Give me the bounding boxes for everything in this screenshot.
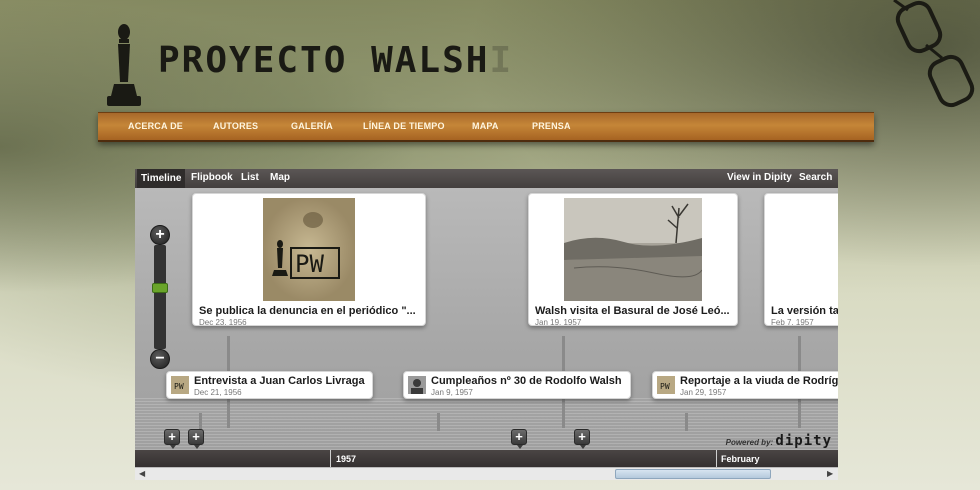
zoom-out-button[interactable]: − <box>150 349 170 369</box>
horizontal-scrollbar[interactable]: ◀ ▶ <box>135 467 838 480</box>
timeline-stage[interactable]: + − PW Se publica la denuncia en el peri… <box>135 188 838 450</box>
event-title: Se publica la denuncia en el periódico "… <box>199 305 416 317</box>
event-date: Jan 9, 1957 <box>431 388 473 397</box>
svg-text:PW: PW <box>174 382 184 391</box>
event-title: Walsh visita el Basural de José Leó... <box>535 305 730 317</box>
event-card[interactable]: Walsh visita el Basural de José Leó... J… <box>528 193 738 326</box>
scrollbar-thumb[interactable] <box>615 469 771 479</box>
eyeglasses-icon <box>893 0 975 108</box>
event-date: Dec 23, 1956 <box>199 318 247 326</box>
portrait-thumbnail <box>408 376 426 394</box>
scroll-left-arrow-icon[interactable]: ◀ <box>139 469 145 478</box>
event-date: Jan 19, 1957 <box>535 318 582 326</box>
tab-list[interactable]: List <box>241 172 259 183</box>
add-event-button[interactable]: + <box>164 429 180 449</box>
event-title: Entrevista a Juan Carlos Livraga <box>194 375 365 387</box>
nav-linea-de-tiempo[interactable]: LÍNEA DE TIEMPO <box>363 121 445 131</box>
event-title: Cumpleaños nº 30 de Rodolfo Walsh <box>431 375 622 387</box>
scale-label-month: February <box>721 454 760 464</box>
tab-timeline[interactable]: Timeline <box>137 169 186 188</box>
event-card[interactable]: La versión ta Feb 7, 1957 <box>764 193 838 326</box>
pw-logo-thumbnail: PW <box>171 376 189 394</box>
zoom-slider-track[interactable] <box>154 245 166 349</box>
view-in-dipity-link[interactable]: View in Dipity <box>727 172 792 183</box>
powered-by-dipity[interactable]: Powered by: dipity <box>726 433 832 449</box>
zoom-in-button[interactable]: + <box>150 225 170 245</box>
event-pill[interactable]: Cumpleaños nº 30 de Rodolfo Walsh Jan 9,… <box>403 371 631 399</box>
pw-logo-image: PW <box>263 198 355 301</box>
pw-logo-thumbnail: PW <box>657 376 675 394</box>
search-link[interactable]: Search <box>799 172 832 183</box>
tab-map[interactable]: Map <box>270 172 290 183</box>
event-stem <box>437 413 440 431</box>
svg-text:PW: PW <box>660 382 670 391</box>
tab-flipbook[interactable]: Flipbook <box>191 172 233 183</box>
add-event-button[interactable]: + <box>511 429 527 449</box>
wasteland-photo <box>564 198 702 301</box>
svg-text:PW: PW <box>295 250 324 278</box>
bishop-chess-piece-icon <box>107 24 141 106</box>
nav-mapa[interactable]: MAPA <box>472 121 499 131</box>
scale-tick <box>716 450 717 467</box>
zoom-control: + − <box>149 225 171 373</box>
scale-tick <box>330 450 331 467</box>
add-event-button[interactable]: + <box>188 429 204 449</box>
add-event-button[interactable]: + <box>574 429 590 449</box>
scale-label-year: 1957 <box>336 454 357 464</box>
event-date: Dec 21, 1956 <box>194 388 242 397</box>
event-title: La versión ta <box>771 305 838 317</box>
timeline-toolbar: Timeline Flipbook List Map View in Dipit… <box>135 169 838 188</box>
nav-galeria[interactable]: GALERÍA <box>291 121 333 131</box>
time-scale: 1957 February <box>135 450 838 467</box>
scroll-right-arrow-icon[interactable]: ▶ <box>827 469 833 478</box>
event-stem <box>685 413 688 431</box>
main-navigation: ACERCA DE AUTORES GALERÍA LÍNEA DE TIEMP… <box>98 112 874 142</box>
event-date: Jan 29, 1957 <box>680 388 727 397</box>
timeline-widget: Timeline Flipbook List Map View in Dipit… <box>135 169 838 480</box>
powered-by-label: Powered by: <box>725 438 774 447</box>
event-pill[interactable]: PW Entrevista a Juan Carlos Livraga Dec … <box>166 371 373 399</box>
event-pill[interactable]: PW Reportaje a la viuda de Rodríg Jan 29… <box>652 371 838 399</box>
event-date: Feb 7, 1957 <box>771 318 814 326</box>
page: PROYECTO WALSHI ACERCA DE AUTORES GALERÍ… <box>0 0 980 490</box>
event-title: Reportaje a la viuda de Rodríg <box>680 375 838 387</box>
nav-acerca-de[interactable]: ACERCA DE <box>128 121 183 131</box>
dipity-logo: dipity <box>775 433 832 449</box>
nav-prensa[interactable]: PRENSA <box>532 121 571 131</box>
nav-autores[interactable]: AUTORES <box>213 121 258 131</box>
site-title: PROYECTO WALSHI <box>158 40 514 81</box>
event-card[interactable]: PW Se publica la denuncia en el periódic… <box>192 193 426 326</box>
zoom-slider-thumb[interactable] <box>152 282 168 293</box>
